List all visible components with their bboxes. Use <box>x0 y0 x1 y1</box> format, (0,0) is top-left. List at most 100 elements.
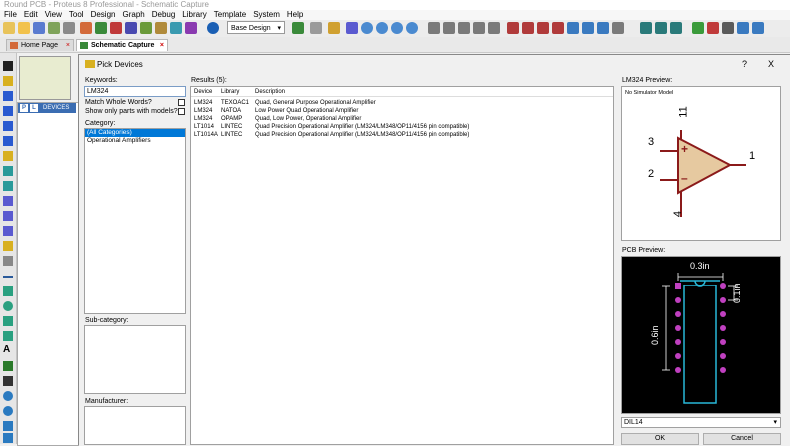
pick-devices-button[interactable]: P <box>20 104 28 112</box>
graph-icon[interactable] <box>3 196 13 206</box>
help-button[interactable]: ? <box>742 59 747 69</box>
block-move-icon[interactable] <box>522 22 534 34</box>
column-device[interactable]: Device <box>194 88 212 96</box>
redo-icon[interactable] <box>443 22 455 34</box>
pick-device-icon[interactable] <box>567 22 579 34</box>
help-icon[interactable] <box>207 22 219 34</box>
menu-view[interactable]: View <box>45 10 62 19</box>
menu-tool[interactable]: Tool <box>69 10 84 19</box>
subcircuit-icon[interactable] <box>3 151 13 161</box>
menu-library[interactable]: Library <box>182 10 206 19</box>
open-folder-icon[interactable] <box>18 22 30 34</box>
block-delete-icon[interactable] <box>552 22 564 34</box>
text-script-icon[interactable] <box>3 121 13 131</box>
instrument-icon[interactable] <box>3 256 13 266</box>
copy-icon[interactable] <box>473 22 485 34</box>
new-sheet-icon[interactable] <box>692 22 704 34</box>
bill-of-materials-icon[interactable] <box>737 22 749 34</box>
category-list[interactable]: (All Categories) Operational Amplifiers <box>84 128 186 314</box>
source-icon[interactable] <box>170 22 182 34</box>
subcategory-list[interactable] <box>84 325 186 394</box>
close-button[interactable]: X <box>768 59 774 69</box>
selection-mode-icon[interactable] <box>3 61 13 71</box>
menu-help[interactable]: Help <box>287 10 303 19</box>
tape-icon[interactable] <box>3 211 13 221</box>
menu-graph[interactable]: Graph <box>122 10 144 19</box>
save-icon[interactable] <box>33 22 45 34</box>
zoom-in-icon[interactable] <box>361 22 373 34</box>
column-library[interactable]: Library <box>221 88 239 96</box>
import-icon[interactable] <box>48 22 60 34</box>
block-copy-icon[interactable] <box>507 22 519 34</box>
symbol-icon[interactable] <box>3 361 13 371</box>
probe-icon[interactable] <box>3 241 13 251</box>
delete-sheet-icon[interactable] <box>707 22 719 34</box>
rotate-cw-icon[interactable] <box>3 391 13 401</box>
make-device-icon[interactable] <box>582 22 594 34</box>
home-icon[interactable] <box>80 22 92 34</box>
exit-sheet-icon[interactable] <box>722 22 734 34</box>
block-rotate-icon[interactable] <box>537 22 549 34</box>
menu-file[interactable]: File <box>4 10 17 19</box>
tab-schematic-capture[interactable]: Schematic Capture × <box>76 39 168 51</box>
menu-template[interactable]: Template <box>214 10 246 19</box>
grid-icon[interactable] <box>310 22 322 34</box>
new-file-icon[interactable] <box>3 22 15 34</box>
manufacturer-list[interactable] <box>84 406 186 445</box>
origin-icon[interactable] <box>328 22 340 34</box>
bus-icon[interactable] <box>3 136 13 146</box>
path-icon[interactable] <box>3 331 13 341</box>
schematic-icon[interactable] <box>95 22 107 34</box>
cut-icon[interactable] <box>458 22 470 34</box>
terminal-icon[interactable] <box>3 166 13 176</box>
undo-icon[interactable] <box>428 22 440 34</box>
package-select[interactable]: DIL14 ▾ <box>621 417 781 428</box>
menu-edit[interactable]: Edit <box>24 10 38 19</box>
column-description[interactable]: Description <box>255 88 285 96</box>
generator-icon[interactable] <box>3 226 13 236</box>
show-models-checkbox[interactable] <box>178 108 185 115</box>
box-icon[interactable] <box>3 286 13 296</box>
close-icon[interactable]: × <box>160 40 164 52</box>
3d-icon[interactable] <box>125 22 137 34</box>
overview-window[interactable] <box>19 56 71 100</box>
cancel-button[interactable]: Cancel <box>703 433 781 445</box>
ok-button[interactable]: OK <box>621 433 699 445</box>
pin-icon[interactable] <box>3 181 13 191</box>
circle-icon[interactable] <box>3 301 13 311</box>
menu-debug[interactable]: Debug <box>152 10 176 19</box>
rotate-ccw-icon[interactable] <box>3 406 13 416</box>
erc-icon[interactable] <box>752 22 764 34</box>
keywords-input[interactable]: LM324 <box>84 86 186 97</box>
tab-home-page[interactable]: Home Page × <box>6 39 74 51</box>
paste-icon[interactable] <box>488 22 500 34</box>
design-select[interactable]: Base Design ▾ <box>227 21 285 34</box>
refresh-icon[interactable] <box>292 22 304 34</box>
wire-label-icon[interactable] <box>3 106 13 116</box>
match-whole-words-checkbox[interactable] <box>178 99 185 106</box>
pan-icon[interactable] <box>346 22 358 34</box>
marker-icon[interactable] <box>3 376 13 386</box>
mirror-y-icon[interactable] <box>3 433 13 443</box>
decompose-icon[interactable] <box>612 22 624 34</box>
component-mode-icon[interactable] <box>3 76 13 86</box>
zoom-all-icon[interactable] <box>391 22 403 34</box>
menu-design[interactable]: Design <box>91 10 116 19</box>
text-icon[interactable]: A <box>3 345 13 355</box>
property-icon[interactable] <box>670 22 682 34</box>
mirror-x-icon[interactable] <box>3 421 13 431</box>
wire-autorouter-icon[interactable] <box>640 22 652 34</box>
zoom-out-icon[interactable] <box>376 22 388 34</box>
category-item[interactable]: Operational Amplifiers <box>85 137 185 145</box>
gerber-icon[interactable] <box>140 22 152 34</box>
junction-icon[interactable] <box>3 91 13 101</box>
pcb-icon[interactable] <box>110 22 122 34</box>
library-manager-button[interactable]: L <box>30 104 38 112</box>
close-icon[interactable]: × <box>66 40 70 52</box>
bom-icon[interactable] <box>155 22 167 34</box>
line-icon[interactable] <box>3 276 13 278</box>
search-icon[interactable] <box>655 22 667 34</box>
print-icon[interactable] <box>63 22 75 34</box>
category-item[interactable]: (All Categories) <box>85 129 185 137</box>
zoom-area-icon[interactable] <box>406 22 418 34</box>
